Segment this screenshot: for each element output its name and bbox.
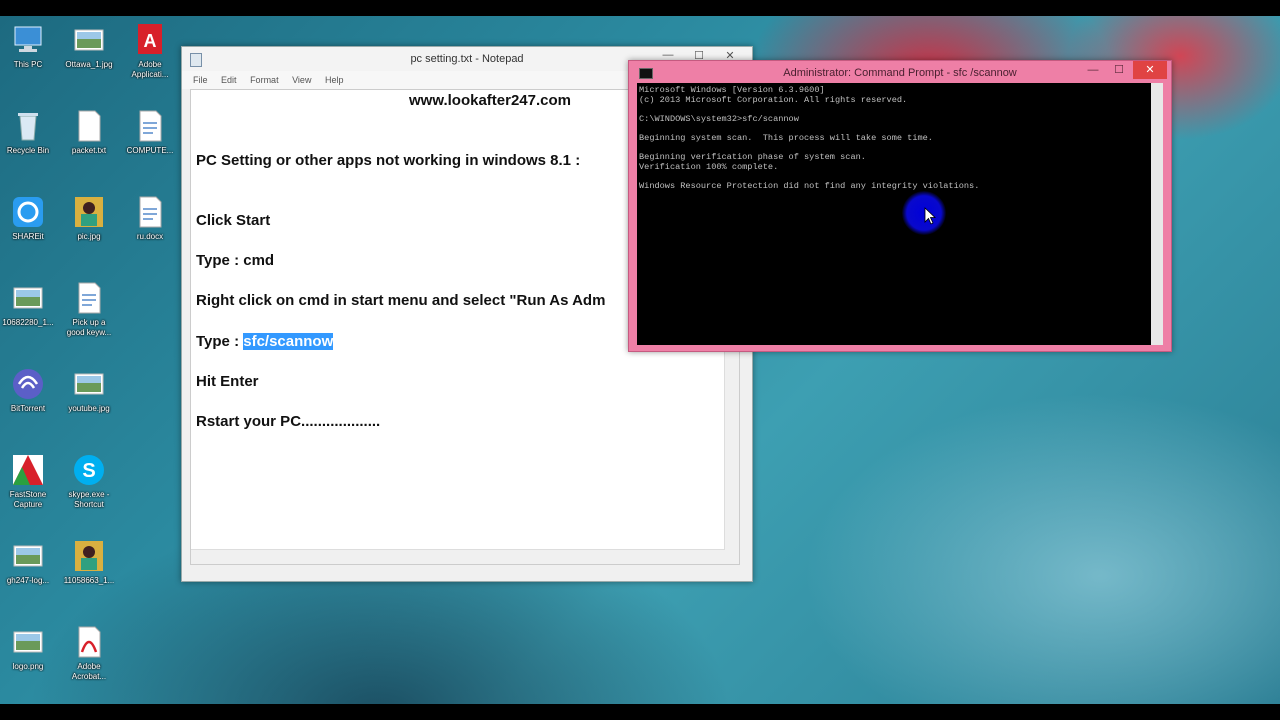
desktop-icon[interactable]: Ottawa_1.jpg — [56, 22, 122, 70]
console-line-3: C:\WINDOWS\system32>sfc/scannow — [639, 114, 799, 124]
desktop-icon-label: FastStone Capture — [9, 490, 47, 509]
desktop-icon-label: skype.exe - Shortcut — [68, 490, 110, 509]
image-file-icon — [71, 22, 107, 58]
desktop-icon[interactable]: pic.jpg — [56, 194, 122, 242]
console-line-7: Windows Resource Protection did not find… — [639, 181, 980, 191]
menu-view[interactable]: View — [292, 71, 311, 89]
console-line-6: Verification 100% complete. — [639, 162, 779, 172]
desktop-icon[interactable]: Adobe Acrobat... — [56, 624, 122, 682]
text-line-step1: Click Start — [196, 212, 271, 229]
computer-icon — [10, 22, 46, 58]
cmd-close-icon[interactable]: ✕ — [1133, 61, 1167, 79]
bittorrent-icon — [10, 366, 46, 402]
cmd-console[interactable]: Microsoft Windows [Version 6.3.9600] (c)… — [637, 83, 1151, 345]
desktop-icon-label: pic.jpg — [77, 232, 101, 241]
svg-text:S: S — [82, 460, 95, 482]
photo-file-icon — [71, 194, 107, 230]
document-file-icon — [132, 108, 168, 144]
recycle-bin-icon — [10, 108, 46, 144]
console-line-2: (c) 2013 Microsoft Corporation. All righ… — [639, 95, 908, 105]
desktop-icon-label: ru.docx — [136, 232, 164, 241]
document-file-icon — [132, 194, 168, 230]
text-line-step3: Right click on cmd in start menu and sel… — [196, 292, 606, 309]
console-line-5: Beginning verification phase of system s… — [639, 152, 866, 162]
desktop-icon-label: Recycle Bin — [6, 146, 50, 155]
text-line-step5: Hit Enter — [196, 373, 259, 390]
desktop-icon[interactable]: BitTorrent — [0, 366, 61, 414]
cmd-vertical-scrollbar[interactable] — [1151, 83, 1163, 345]
desktop-icon-label: Adobe Applicati... — [131, 60, 169, 79]
desktop-icon-label: BitTorrent — [10, 404, 46, 413]
console-line-4: Beginning system scan. This process will… — [639, 133, 933, 143]
desktop-icon[interactable]: logo.png — [0, 624, 61, 672]
desktop-icon-label: Adobe Acrobat... — [71, 662, 107, 681]
text-line-heading: PC Setting or other apps not working in … — [196, 152, 581, 169]
desktop-icon-label: 10682280_1... — [2, 318, 54, 327]
image-file-icon — [10, 280, 46, 316]
menu-format[interactable]: Format — [250, 71, 279, 89]
skype-icon: S — [71, 452, 107, 488]
menu-file[interactable]: File — [193, 71, 208, 89]
desktop-icon[interactable]: Sskype.exe - Shortcut — [56, 452, 122, 510]
text-line-website: www.lookafter247.com — [409, 92, 571, 109]
shareit-icon — [10, 194, 46, 230]
mouse-cursor-highlight-icon — [902, 191, 946, 235]
desktop-icon-label: COMPUTE... — [126, 146, 174, 155]
adobe-icon: A — [132, 22, 168, 58]
desktop-icon[interactable]: 11058663_1... — [56, 538, 122, 586]
console-line-1: Microsoft Windows [Version 6.3.9600] — [639, 85, 825, 95]
desktop-icon[interactable]: gh247-log... — [0, 538, 61, 586]
desktop-icon[interactable]: SHAREit — [0, 194, 61, 242]
faststone-icon — [10, 452, 46, 488]
desktop-icon[interactable]: ru.docx — [117, 194, 183, 242]
acrobat-icon — [71, 624, 107, 660]
svg-text:A: A — [144, 31, 157, 51]
desktop-icon[interactable]: A Adobe Applicati... — [117, 22, 183, 80]
desktop-icon[interactable]: COMPUTE... — [117, 108, 183, 156]
text-line-step6: Rstart your PC................... — [196, 413, 381, 430]
desktop-icon-label: Pick up a good keyw... — [66, 318, 112, 337]
desktop-icon[interactable]: FastStone Capture — [0, 452, 61, 510]
document-file-icon — [71, 280, 107, 316]
cmd-maximize-icon[interactable]: ☐ — [1107, 61, 1131, 79]
notepad-horizontal-scrollbar[interactable] — [191, 549, 725, 564]
desktop-icon-label: packet.txt — [71, 146, 107, 155]
desktop-icon[interactable]: 10682280_1... — [0, 280, 61, 328]
desktop-icon-label: youtube.jpg — [68, 404, 110, 413]
text-line-step2: Type : cmd — [196, 252, 275, 269]
desktop-icon[interactable]: Pick up a good keyw... — [56, 280, 122, 338]
image-file-icon — [10, 624, 46, 660]
desktop-icon-label: SHAREit — [12, 232, 44, 241]
desktop-icon-label: Ottawa_1.jpg — [65, 60, 113, 69]
mouse-pointer-icon — [924, 207, 937, 225]
text-file-icon — [71, 108, 107, 144]
menu-help[interactable]: Help — [325, 71, 344, 89]
photo-file-icon — [71, 538, 107, 574]
desktop-icon[interactable]: Recycle Bin — [0, 108, 61, 156]
cmd-window[interactable]: Administrator: Command Prompt - sfc /sca… — [628, 60, 1172, 352]
selected-text[interactable]: sfc/scannow — [243, 333, 334, 350]
image-file-icon — [10, 538, 46, 574]
desktop-icon-label: gh247-log... — [6, 576, 50, 585]
desktop-icon[interactable]: youtube.jpg — [56, 366, 122, 414]
image-file-icon — [71, 366, 107, 402]
menu-edit[interactable]: Edit — [221, 71, 237, 89]
cmd-title-bar[interactable]: Administrator: Command Prompt - sfc /sca… — [629, 61, 1171, 83]
desktop-icon-label: This PC — [13, 60, 43, 69]
desktop-icon-label: logo.png — [12, 662, 44, 671]
text-line-step4-prefix: Type : — [196, 333, 244, 350]
cmd-minimize-icon[interactable]: — — [1081, 61, 1105, 79]
desktop-icon-label: 11058663_1... — [63, 576, 115, 585]
desktop-icon[interactable]: This PC — [0, 22, 61, 70]
desktop-icon[interactable]: packet.txt — [56, 108, 122, 156]
text-line-step4: Type : sfc/scannow — [196, 333, 334, 350]
